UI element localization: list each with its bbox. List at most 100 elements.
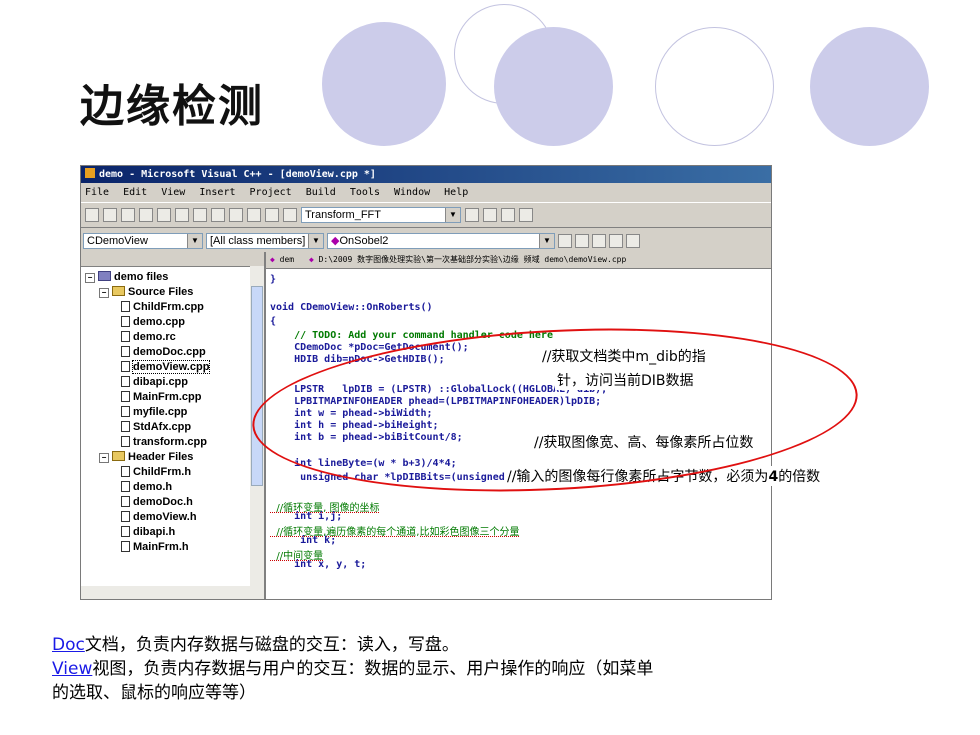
open-icon[interactable]: [103, 208, 117, 222]
tree-file[interactable]: transform.cpp: [121, 435, 207, 450]
build-icon[interactable]: [501, 208, 515, 222]
file-label: myfile.cpp: [133, 406, 188, 418]
tree-file[interactable]: demoDoc.cpp: [121, 345, 206, 360]
chevron-down-icon[interactable]: ▼: [187, 234, 202, 248]
save-icon[interactable]: [121, 208, 135, 222]
cpp-file-icon: [121, 346, 130, 357]
breakpoint-icon[interactable]: [626, 234, 640, 248]
note-view-text: 视图，负责内存数据与用户的交互：数据的显示、用户操作的响应（如菜单: [92, 659, 654, 679]
copy-icon[interactable]: [175, 208, 189, 222]
cpp-file-icon: [121, 436, 130, 447]
output-icon[interactable]: [265, 208, 279, 222]
nav-diamond-icon: ◆: [308, 255, 314, 264]
filter-combo[interactable]: [All class members] ▼: [206, 233, 324, 249]
undo-icon[interactable]: [211, 208, 225, 222]
tree-file[interactable]: dibapi.cpp: [121, 375, 188, 390]
folder-label: Header Files: [128, 451, 194, 463]
tree-file[interactable]: myfile.cpp: [121, 405, 187, 420]
code-line: {: [270, 316, 277, 327]
chevron-down-icon[interactable]: ▼: [445, 208, 460, 222]
cpp-file-icon: [121, 421, 130, 432]
folder-icon: [112, 451, 125, 461]
class-wizard-icon[interactable]: [575, 234, 589, 248]
view-link[interactable]: View: [52, 659, 92, 679]
annotation-text: 的倍数: [778, 469, 821, 485]
scrollbar-thumb[interactable]: [251, 286, 263, 486]
tree-root[interactable]: − demo files: [85, 270, 168, 285]
annotation-text: //获取文档类中m_dib的指: [542, 349, 706, 365]
tree-file[interactable]: MainFrm.cpp: [121, 390, 201, 405]
editor-nav-scope[interactable]: dem: [280, 255, 294, 264]
h-file-icon: [121, 511, 130, 522]
annotation-line-bytes: //输入的图像每行像素所占字节数，必须为4的倍数: [505, 466, 823, 486]
tree-folder-header[interactable]: − Header Files: [99, 450, 193, 465]
tree-pane-header: [81, 252, 264, 267]
paste-icon[interactable]: [193, 208, 207, 222]
chevron-down-icon[interactable]: ▼: [308, 234, 323, 248]
tree-file[interactable]: ChildFrm.h: [121, 465, 191, 480]
tree-horizontal-scrollbar[interactable]: [81, 586, 264, 599]
tree-file[interactable]: StdAfx.cpp: [121, 420, 191, 435]
code-line: }: [270, 274, 277, 285]
tree-file[interactable]: demoView.h: [121, 510, 197, 525]
workspace-icon[interactable]: [247, 208, 261, 222]
note-view: View视图，负责内存数据与用户的交互：数据的显示、用户操作的响应（如菜单: [52, 654, 653, 679]
member-combo[interactable]: ◆OnSobel2 ▼: [327, 233, 555, 249]
collapse-icon[interactable]: −: [99, 453, 109, 463]
menu-project[interactable]: Project: [250, 187, 292, 198]
compile-icon[interactable]: [483, 208, 497, 222]
note-doc: Doc文档，负责内存数据与磁盘的交互：读入，写盘。: [52, 630, 459, 655]
redo-icon[interactable]: [229, 208, 243, 222]
cpp-file-icon: [121, 316, 130, 327]
collapse-icon[interactable]: −: [85, 273, 95, 283]
menu-help[interactable]: Help: [444, 187, 468, 198]
h-file-icon: [121, 466, 130, 477]
collapse-icon[interactable]: −: [99, 288, 109, 298]
chevron-down-icon[interactable]: ▼: [539, 234, 554, 248]
tree-file[interactable]: ChildFrm.cpp: [121, 300, 204, 315]
tree-file[interactable]: demo.rc: [121, 330, 176, 345]
doc-link[interactable]: Doc: [52, 635, 85, 655]
menu-build[interactable]: Build: [306, 187, 336, 198]
menu-insert[interactable]: Insert: [199, 187, 235, 198]
find-in-files-icon[interactable]: [283, 208, 297, 222]
member-combo-value: OnSobel2: [339, 235, 389, 247]
menu-edit[interactable]: Edit: [123, 187, 147, 198]
run-icon[interactable]: [519, 208, 533, 222]
resource-icon[interactable]: [592, 234, 606, 248]
tree-file[interactable]: dibapi.h: [121, 525, 175, 540]
tree-file[interactable]: MainFrm.h: [121, 540, 189, 555]
tree-file[interactable]: demoDoc.h: [121, 495, 193, 510]
wizard-action-icon[interactable]: [558, 234, 572, 248]
tree-file[interactable]: demo.cpp: [121, 315, 185, 330]
new-file-icon[interactable]: [85, 208, 99, 222]
class-combo[interactable]: CDemoView ▼: [83, 233, 203, 249]
editor-nav-bar: ◆ dem ◆ D:\2009 数字图像处理实验\第一次基础部分实验\边缘 频域…: [266, 252, 771, 269]
slide-title: 边缘检测: [80, 81, 264, 132]
annotation-text: //输入的图像每行像素所占字节数，必须为: [507, 469, 769, 485]
file-label: MainFrm.cpp: [133, 391, 202, 403]
tree-folder-source[interactable]: − Source Files: [99, 285, 193, 300]
standard-toolbar: Transform_FFT ▼: [81, 202, 771, 228]
menu-tools[interactable]: Tools: [350, 187, 380, 198]
editor-file-path: D:\2009 数字图像处理实验\第一次基础部分实验\边缘 频域 demo\de…: [318, 255, 627, 264]
folder-icon: [112, 286, 125, 296]
save-all-icon[interactable]: [139, 208, 153, 222]
tree-vertical-scrollbar[interactable]: [250, 266, 264, 586]
annotation-number: 4: [768, 469, 779, 485]
find-combo-value: Transform_FFT: [305, 209, 381, 221]
code-editor[interactable]: ◆ dem ◆ D:\2009 数字图像处理实验\第一次基础部分实验\边缘 频域…: [266, 252, 771, 599]
menu-window[interactable]: Window: [394, 187, 430, 198]
execute-icon[interactable]: [609, 234, 623, 248]
menu-view[interactable]: View: [161, 187, 185, 198]
file-label: demoView.h: [133, 511, 197, 523]
tree-file-selected[interactable]: demoView.cpp: [121, 360, 211, 375]
menu-file[interactable]: File: [85, 187, 109, 198]
find-icon[interactable]: [465, 208, 479, 222]
cut-icon[interactable]: [157, 208, 171, 222]
tree-file[interactable]: demo.h: [121, 480, 172, 495]
file-label: demoView.cpp: [131, 360, 211, 374]
find-combo[interactable]: Transform_FFT ▼: [301, 207, 461, 223]
deco-circle: [494, 27, 613, 146]
cpp-file-icon: [121, 361, 130, 372]
